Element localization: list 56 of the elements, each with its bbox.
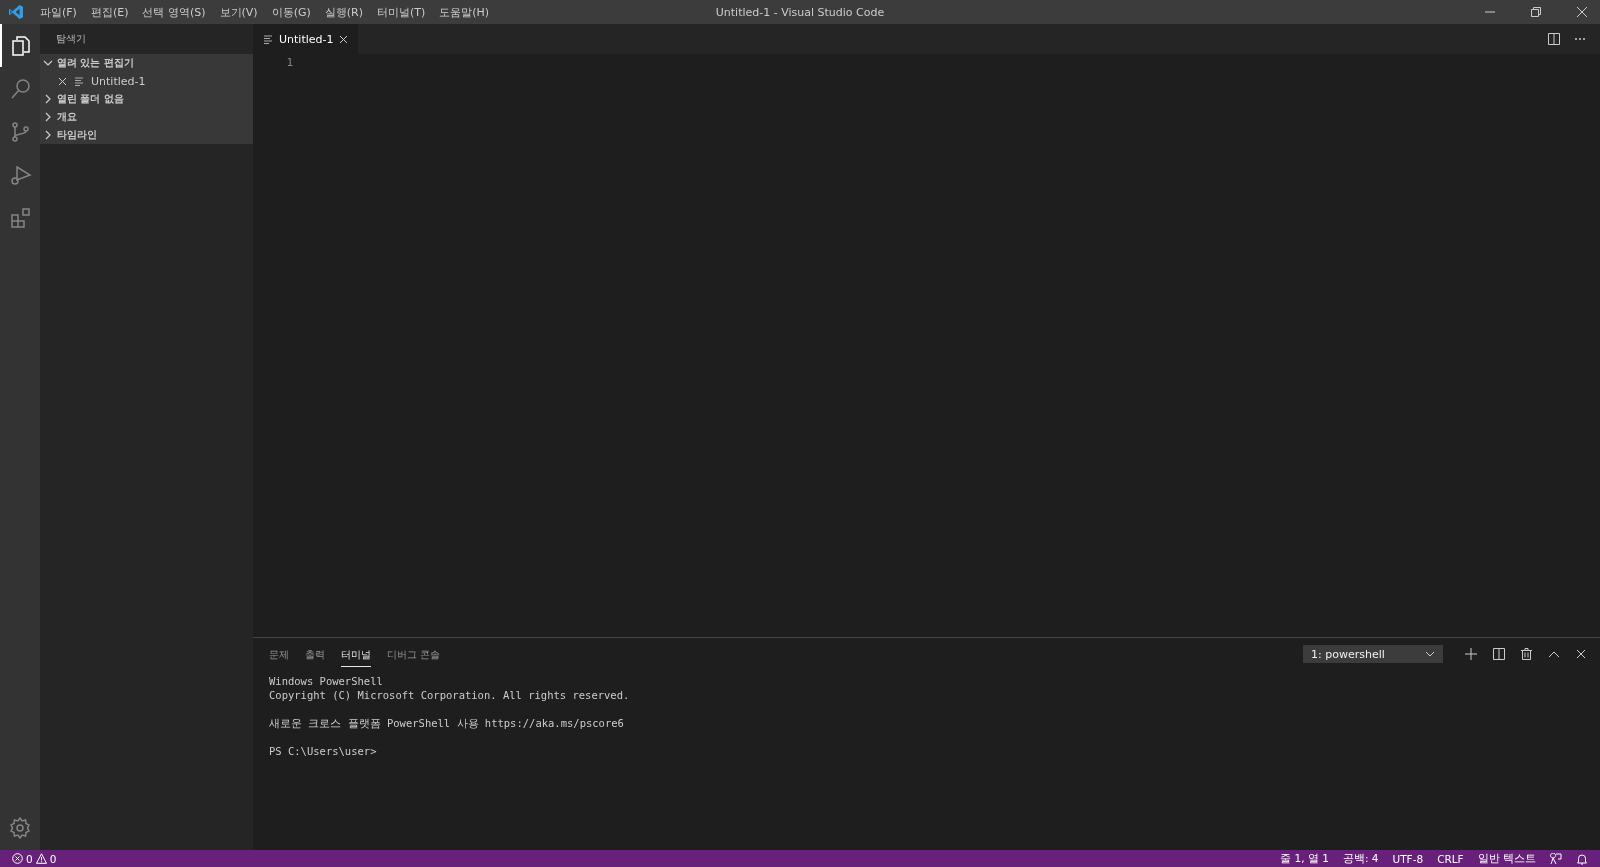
- open-editor-item[interactable]: Untitled-1: [40, 72, 253, 90]
- plus-icon[interactable]: [1465, 648, 1477, 660]
- menu-item[interactable]: 도움말(H): [433, 4, 496, 20]
- extensions-icon[interactable]: [9, 205, 33, 230]
- terminal-line: 새로운 크로스 플랫폼 PowerShell 사용 https://aka.ms/pscore6: [269, 717, 624, 729]
- split-editor-icon[interactable]: [1548, 33, 1560, 45]
- chevron-up-icon[interactable]: [1548, 650, 1560, 658]
- text-file-icon: [74, 76, 84, 86]
- menu-item[interactable]: 실행(R): [318, 4, 369, 20]
- search-icon[interactable]: [9, 76, 33, 101]
- terminal-line: Windows PowerShell: [269, 675, 383, 687]
- status-item[interactable]: 줄 1, 열 1: [1280, 851, 1329, 866]
- text-file-icon: [263, 34, 273, 44]
- sidebar-title: 탐색기: [56, 32, 86, 46]
- files-icon[interactable]: [9, 33, 33, 58]
- menu-item[interactable]: 이동(G): [265, 4, 317, 20]
- window-title: Untitled-1 - Visual Studio Code: [715, 5, 885, 19]
- terminal-select[interactable]: 1: powershell: [1303, 645, 1443, 663]
- section-header[interactable]: 타임라인: [40, 126, 253, 144]
- panel-tab[interactable]: 문제: [269, 641, 289, 667]
- terminal-line: Copyright (C) Microsoft Corporation. All rights reserved.: [269, 689, 630, 701]
- code-logo-icon: [8, 4, 24, 20]
- more-icon[interactable]: [1574, 37, 1586, 41]
- close-icon[interactable]: [1576, 6, 1588, 18]
- status-item[interactable]: 공백: 4: [1342, 851, 1379, 866]
- terminal-line: PS C:\Users\user>: [269, 745, 377, 757]
- line-number: 1: [286, 56, 293, 69]
- section-header[interactable]: 열려 있는 편집기: [40, 54, 253, 72]
- chevron-down-icon: [1425, 651, 1435, 657]
- section-header[interactable]: 열린 폴더 없음: [40, 90, 253, 108]
- bell-icon[interactable]: [1576, 852, 1588, 865]
- error-icon: [12, 853, 23, 864]
- status-item[interactable]: UTF-8: [1392, 852, 1424, 865]
- section-header[interactable]: 개요: [40, 108, 253, 126]
- chevron-icon: [43, 58, 53, 68]
- menu-item[interactable]: 파일(F): [34, 4, 83, 20]
- warning-icon: [35, 853, 47, 864]
- restore-icon[interactable]: [1530, 6, 1542, 18]
- feedback-icon[interactable]: [1550, 852, 1562, 865]
- menu-item[interactable]: 보기(V): [213, 4, 264, 20]
- menu-item[interactable]: 선택 영역(S): [136, 4, 212, 20]
- panel-tab[interactable]: 터미널: [341, 641, 371, 667]
- close-icon[interactable]: [58, 76, 67, 86]
- close-icon[interactable]: [1576, 649, 1586, 659]
- menu-item[interactable]: 편집(E): [84, 4, 135, 20]
- problems-indicator[interactable]: 0 0: [12, 852, 57, 865]
- close-icon[interactable]: [339, 34, 349, 44]
- status-item[interactable]: 일반 텍스트: [1477, 851, 1536, 866]
- settings-icon[interactable]: [8, 816, 32, 840]
- status-item[interactable]: CRLF: [1437, 852, 1464, 865]
- editor-tab[interactable]: Untitled-1: [253, 24, 359, 54]
- panel-tab[interactable]: 디버그 콘솔: [387, 641, 441, 667]
- panel-tab[interactable]: 출력: [305, 641, 325, 667]
- trash-icon[interactable]: [1521, 648, 1532, 660]
- menu-item[interactable]: 터미널(T): [371, 4, 432, 20]
- split-terminal-icon[interactable]: [1493, 648, 1505, 660]
